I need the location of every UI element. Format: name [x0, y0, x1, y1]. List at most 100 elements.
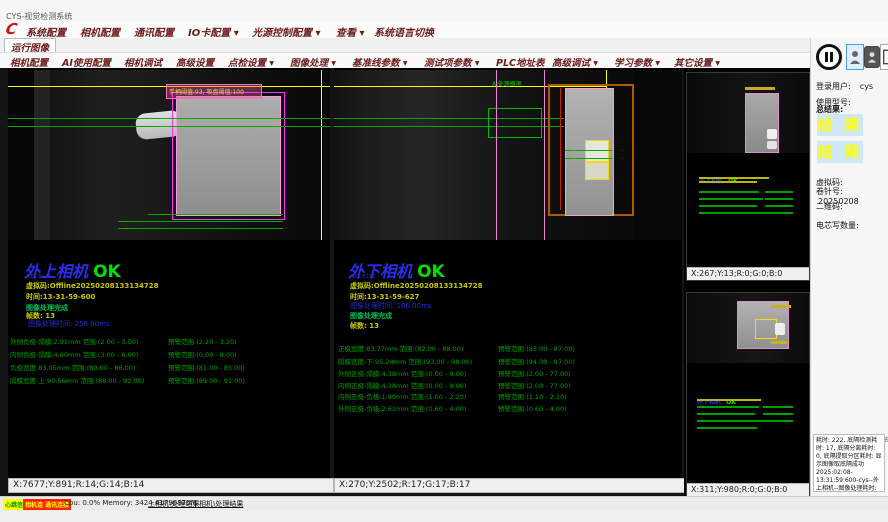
- tool-baseline-params[interactable]: 基准线参数 ▾: [352, 55, 408, 69]
- tool-test-params[interactable]: 测试项参数 ▾: [424, 55, 480, 69]
- yellow-marker-box-2: [585, 162, 609, 180]
- right-process-time: 图像处理时间: 166.00ms: [350, 301, 432, 311]
- left-result-ok: OK: [93, 262, 121, 282]
- mini-text-line: [699, 205, 757, 207]
- preview-glow-2: [767, 141, 777, 149]
- right-measure-row-3: 外侧正极-隔膜:4.38mm 范围:(0.00 - 9.00) 预警范围:(2.…: [334, 368, 682, 378]
- measure-text: 隔膜宽度-下:95.24mm 范围:(93.00 - 98.00): [338, 356, 472, 366]
- preview-marker-yellow-2: [771, 341, 787, 344]
- measure-warn: 预警范围:(81.00 - 85.00): [168, 362, 245, 372]
- mini-text-line: [699, 181, 757, 183]
- menu-item-io-config[interactable]: IO卡配置 ▾: [188, 24, 239, 39]
- tool-plc-table[interactable]: PLC地址表: [496, 55, 545, 69]
- preview-coord-bar: X:267;Y:13;R:0;G:0;B:0: [687, 267, 810, 280]
- mini-text-line: [763, 420, 793, 422]
- status-bar: 心跳信号 相机连接 通讯连接 Cpu: 0.0% Memory: 3424.41…: [0, 496, 888, 511]
- measure-warn: 预警范围:(0.60 - 4.00): [498, 403, 567, 413]
- tool-ai-config[interactable]: AI使用配置: [62, 55, 111, 69]
- pause-button[interactable]: [816, 44, 842, 70]
- red-guide-v: [560, 88, 561, 210]
- left-measure-row-1: 外侧负极-隔膜:2.91mm 范围:(2.00 - 3.50) 预警范围:(2.…: [8, 336, 330, 346]
- tool-advanced-debug[interactable]: 高级调试 ▾: [552, 55, 598, 69]
- preview-glow-1: [767, 129, 777, 139]
- measure-text: 内侧负极-隔膜:4.60mm 范围:(3.00 - 6.00): [10, 349, 138, 359]
- left-mes: MES:B111: [26, 274, 51, 280]
- app-logo: C: [4, 20, 19, 38]
- right-measure-row-5: 内侧正极-负极:1.90mm 范围:(1.00 - 2.20) 预警范围:(1.…: [334, 391, 682, 401]
- menu-bar: C 系统配置 相机配置 通讯配置 IO卡配置 ▾ 光源控制配置 ▾ 查看 ▾ 系…: [0, 22, 888, 38]
- mini-text-line: [697, 427, 757, 429]
- guide-line-green-3: [565, 150, 612, 151]
- measure-warn: 预警范围:(83.00 - 87.00): [498, 343, 575, 353]
- right-result-ok: OK: [417, 262, 445, 282]
- measure-text: 隔膜宽度-上:90.56mm 范围:(88.00 - 92.00): [10, 375, 144, 385]
- guide-line-green-2: [8, 126, 330, 127]
- measure-warn: 预警范围:(2.20 - 3.20): [168, 336, 237, 346]
- tool-camera-debug[interactable]: 相机调试: [124, 55, 162, 69]
- user-icon: [868, 51, 876, 63]
- mini-text-line: [763, 406, 793, 408]
- mini-text-line: [765, 205, 793, 207]
- mini-text-line: [697, 399, 761, 401]
- machine-column-dark: [634, 70, 682, 240]
- needle-label: 卷针号:: [816, 186, 843, 197]
- right-frame-count: 帧数: 13: [350, 321, 379, 331]
- preview-pane-bottom[interactable]: 外下相机 OK X:311;Y:980;R:0;G:0;B:0: [686, 292, 810, 497]
- menu-item-language[interactable]: 系统语言切换: [374, 24, 434, 39]
- threshold-overlay-box: 手柄阈值:93, 吸盘阈值:100: [166, 84, 262, 99]
- mini-text-line: [697, 406, 759, 408]
- mini-text-line: [699, 198, 763, 200]
- login-user-button[interactable]: [846, 44, 864, 70]
- menu-item-light-config[interactable]: 光源控制配置 ▾: [252, 24, 321, 39]
- preview-coord-bar: X:311;Y:980;R:0;G:0;B:0: [687, 483, 810, 496]
- left-coord-bar: X:7677;Y:891;R:14;G:14;B:14: [8, 478, 334, 493]
- tool-advanced-settings[interactable]: 高级设置: [176, 55, 214, 69]
- exit-door-icon: [883, 49, 888, 65]
- right-measure-row-2: 隔膜宽度-下:95.24mm 范围:(93.00 - 98.00) 预警范围:(…: [334, 356, 682, 366]
- guide-line-green-5: [118, 228, 283, 229]
- mini-text-line: [697, 420, 763, 422]
- threshold-overlay-label: 手柄阈值:93, 吸盘阈值:100: [167, 85, 261, 98]
- user-dark-button[interactable]: [864, 46, 880, 68]
- left-process-time: 图像处理时间: 256.00ms: [28, 319, 110, 329]
- right-process-done: 图像处理完成: [350, 311, 392, 321]
- left-measure-row-3: 负极宽度:83.05mm 范围:(80.00 - 86.00) 预警范围:(81…: [8, 362, 330, 372]
- measure-text: 外侧正极-负极:2.61mm 范围:(0.60 - 4.00): [338, 403, 466, 413]
- menu-item-camera-config[interactable]: 相机配置: [80, 24, 120, 39]
- measure-warn: 预警范围:(2.00 - 77.00): [498, 368, 571, 378]
- tool-other-settings[interactable]: 其它设置 ▾: [674, 55, 720, 69]
- measure-warn: 预警范围:(0.00 - 8.00): [168, 349, 237, 359]
- guide-line-green-4: [565, 158, 612, 159]
- mini-text-line: [763, 413, 793, 415]
- tool-image-process[interactable]: 图像处理 ▾: [290, 55, 336, 69]
- cell-count-label: 电芯写数量:: [816, 220, 859, 231]
- preview-yellow-box: [755, 319, 777, 339]
- tool-learn-params[interactable]: 学习参数 ▾: [614, 55, 660, 69]
- exit-button[interactable]: [880, 44, 888, 70]
- machine-column-dark: [8, 70, 34, 240]
- guide-line-green-1: [8, 118, 330, 119]
- measure-text: 内侧正极-隔膜:4.38mm 范围:(0.00 - 9.00): [338, 380, 466, 390]
- menu-item-system-config[interactable]: 系统配置: [26, 24, 66, 39]
- mini-text-line: [765, 198, 793, 200]
- side-panel: 登录用户: cys 使用型号: Model1 总结果: 结 果 结 果 虚拟码:…: [810, 38, 888, 496]
- mini-text-line: [765, 212, 793, 214]
- right-coord-bar: X:270;Y:2502;R:17;G:17;B:17: [334, 478, 686, 493]
- pause-icon: [830, 52, 833, 62]
- measure-text: 外侧负极-隔膜:2.91mm 范围:(2.00 - 3.50): [10, 336, 138, 346]
- right-measure-row-4: 内侧正极-隔膜:4.38mm 范围:(0.00 - 9.00) 预警范围:(2.…: [334, 380, 682, 390]
- left-camera-view[interactable]: 手柄阈值:93, 吸盘阈值:100 外上相机 OK MES:B111 虚拟码:O…: [8, 68, 330, 478]
- machine-column-light: [34, 70, 50, 240]
- menu-item-view[interactable]: 查看 ▾: [336, 24, 365, 39]
- pink-guide-v1: [496, 70, 497, 240]
- menu-item-comm-config[interactable]: 通讯配置: [134, 24, 174, 39]
- measure-text: 内侧正极-负极:1.90mm 范围:(1.00 - 2.20): [338, 391, 466, 401]
- pink-guide-v2: [544, 70, 545, 240]
- lower-camera-result-link[interactable]: 下相机\处理结果: [192, 499, 243, 509]
- tool-camera-config[interactable]: 相机配置: [10, 55, 48, 69]
- log-box[interactable]: 耗时: 222, 底隔检测耗时: 17, 底隔分离耗时: 0, 底隔提取分区耗时…: [813, 434, 885, 492]
- mini-text-line: [699, 177, 769, 179]
- right-camera-view[interactable]: AI处理概率 外下相机 OK MES:B111 虚拟码:Offline20250…: [334, 68, 682, 478]
- preview-pane-top[interactable]: 外上相机 OK X:267;Y:13;R:0;G:0;B:0: [686, 72, 810, 281]
- tool-spot-check[interactable]: 点检设置 ▾: [228, 55, 274, 69]
